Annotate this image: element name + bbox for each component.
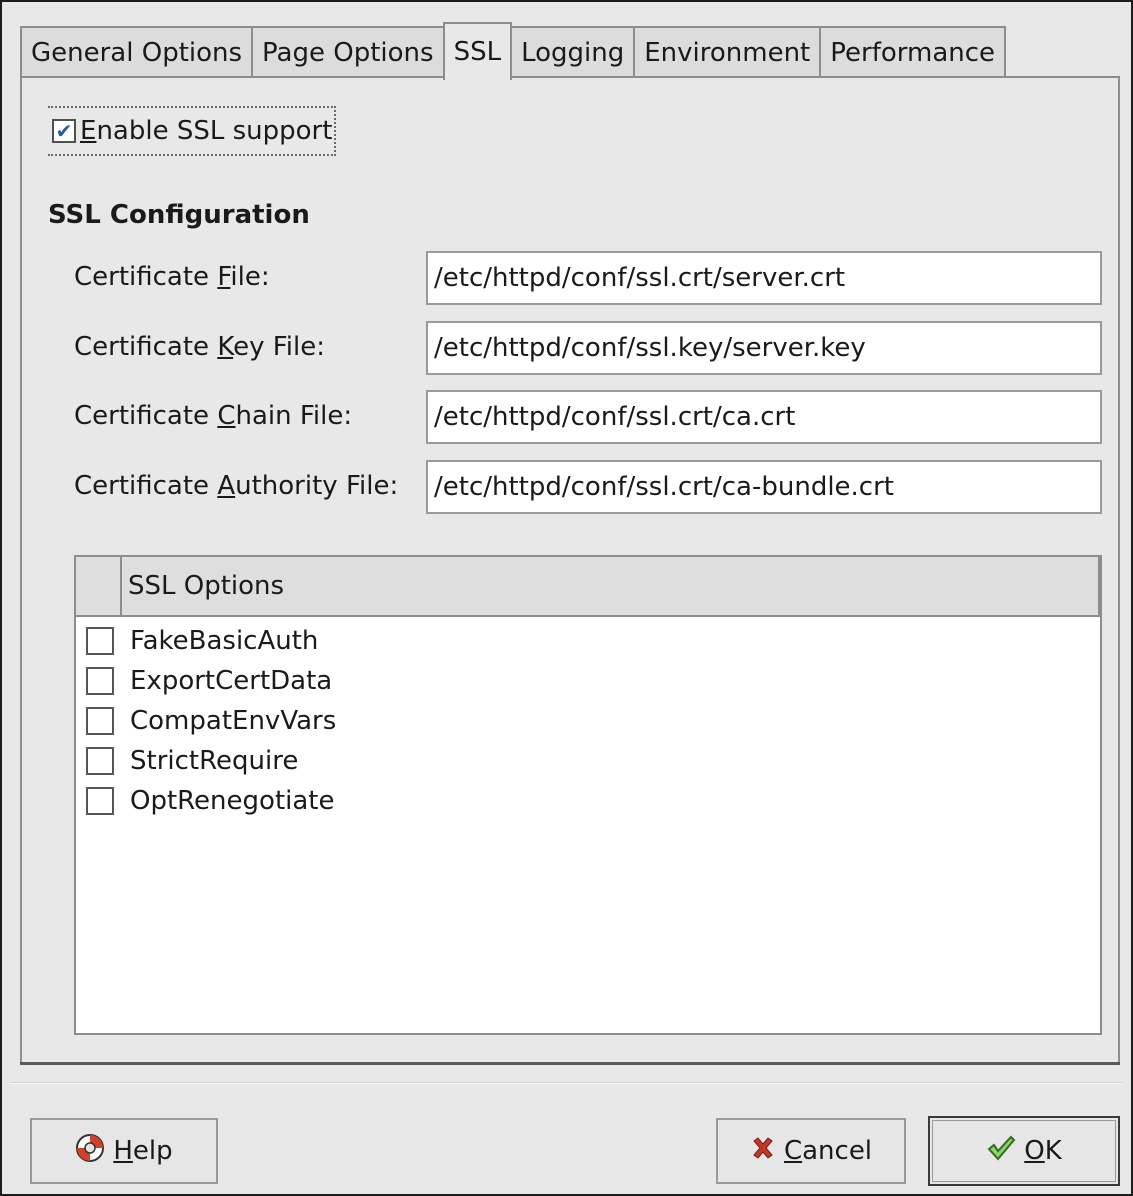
- tab-performance[interactable]: Performance: [819, 26, 1007, 78]
- ok-button[interactable]: OK: [928, 1116, 1120, 1186]
- tab-ssl[interactable]: SSL: [442, 22, 513, 80]
- ok-label: OK: [1024, 1136, 1062, 1166]
- enable-ssl-label: Enable SSL support: [80, 116, 333, 146]
- option-checkbox[interactable]: [86, 787, 114, 815]
- checkbox-box[interactable]: ✔: [52, 119, 76, 143]
- list-item[interactable]: FakeBasicAuth: [86, 621, 318, 661]
- help-label: Help: [113, 1136, 173, 1166]
- option-label: OptRenegotiate: [130, 786, 335, 816]
- list-item[interactable]: OptRenegotiate: [86, 781, 334, 821]
- certificate-authority-file-input[interactable]: /etc/httpd/conf/ssl.crt/ca-bundle.crt: [426, 460, 1102, 514]
- certificate-authority-file-label: Certificate Authority File:: [74, 471, 399, 501]
- cancel-label: Cancel: [783, 1136, 873, 1166]
- checkbox-column-header[interactable]: [76, 557, 122, 615]
- ssl-options-list[interactable]: SSL Options FakeBasicAuth ExportCertData…: [74, 555, 1102, 1035]
- certificate-file-input[interactable]: /etc/httpd/conf/ssl.crt/server.crt: [426, 251, 1102, 305]
- section-title: SSL Configuration: [48, 200, 310, 230]
- help-button[interactable]: Help: [30, 1118, 218, 1184]
- option-label: ExportCertData: [130, 666, 333, 696]
- list-item[interactable]: ExportCertData: [86, 661, 332, 701]
- option-label: FakeBasicAuth: [130, 626, 319, 656]
- checkmark-icon: [986, 1134, 1016, 1169]
- option-checkbox[interactable]: [86, 667, 114, 695]
- tab-page-options[interactable]: Page Options: [251, 26, 443, 78]
- certificate-key-file-label: Certificate Key File:: [74, 332, 326, 362]
- lifebuoy-icon: [75, 1133, 105, 1170]
- certificate-key-file-input[interactable]: /etc/httpd/conf/ssl.key/server.key: [426, 321, 1102, 375]
- enable-ssl-checkbox[interactable]: ✔ Enable SSL support: [48, 106, 337, 156]
- button-divider: [10, 1082, 1122, 1084]
- tab-general-options[interactable]: General Options: [20, 26, 252, 78]
- certificate-chain-file-input[interactable]: /etc/httpd/conf/ssl.crt/ca.crt: [426, 390, 1102, 444]
- certificate-file-label: Certificate File:: [74, 262, 270, 292]
- list-header: SSL Options: [76, 557, 1100, 617]
- tab-environment[interactable]: Environment: [633, 26, 820, 78]
- tab-bar: General Options Page Options SSL Logging…: [20, 22, 1007, 80]
- option-checkbox[interactable]: [86, 707, 114, 735]
- tab-logging[interactable]: Logging: [512, 26, 634, 78]
- x-mark-icon: [750, 1135, 776, 1168]
- list-item[interactable]: CompatEnvVars: [86, 701, 336, 741]
- option-checkbox[interactable]: [86, 747, 114, 775]
- panel-edge: [20, 1062, 1120, 1065]
- certificate-chain-file-label: Certificate Chain File:: [74, 401, 353, 431]
- ssl-options-column-header[interactable]: SSL Options: [122, 557, 1100, 615]
- option-label: CompatEnvVars: [130, 706, 337, 736]
- option-label: StrictRequire: [130, 746, 299, 776]
- cancel-button[interactable]: Cancel: [716, 1118, 906, 1184]
- option-checkbox[interactable]: [86, 627, 114, 655]
- list-item[interactable]: StrictRequire: [86, 741, 298, 781]
